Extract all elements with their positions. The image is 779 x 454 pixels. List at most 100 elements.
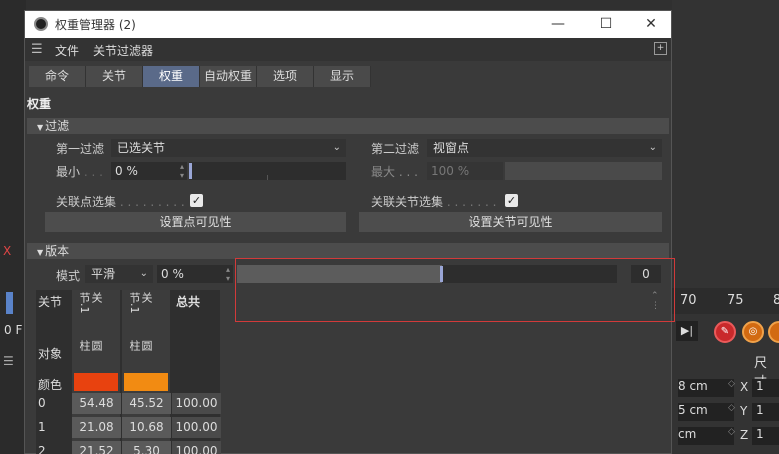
min-input[interactable]: 0 % ▴ ▾ bbox=[111, 162, 187, 180]
axis-label: Y bbox=[740, 404, 748, 418]
close-button[interactable]: ✕ bbox=[631, 13, 671, 35]
stepper-icon[interactable]: ◇ bbox=[728, 427, 735, 437]
total-cell: 100.00 bbox=[172, 441, 221, 454]
coord-row: cm ◇ Z 1 bbox=[672, 425, 779, 447]
first-filter-value: 已选关节 bbox=[117, 141, 166, 155]
menu-file[interactable]: 文件 bbox=[55, 42, 79, 59]
coord-row: 5 cm ◇ Y 1 bbox=[672, 401, 779, 423]
frame-marker[interactable] bbox=[6, 292, 13, 314]
record-key-icon[interactable]: ✎ bbox=[714, 321, 736, 343]
column-header-total: 总共 bbox=[176, 295, 201, 309]
auto-key-icon[interactable]: ◎ bbox=[742, 321, 764, 343]
timeline-ruler[interactable]: 70 75 8 bbox=[672, 288, 779, 314]
hamburger-icon[interactable]: ☰ bbox=[31, 42, 43, 57]
assoc-joint-label: 关联关节选集 . . . . . . . bbox=[371, 195, 497, 209]
menu-icon[interactable]: ☰ bbox=[3, 354, 14, 368]
axis-label: X bbox=[740, 380, 749, 394]
slider-thumb[interactable] bbox=[189, 163, 192, 179]
title-bar[interactable]: 权重管理器 (2) — ☐ ✕ bbox=[25, 11, 671, 38]
joint1-color-swatch[interactable] bbox=[74, 373, 118, 391]
min-slider[interactable] bbox=[189, 162, 346, 180]
tab-weights[interactable]: 权重 bbox=[143, 66, 200, 87]
set-joint-visibility-button[interactable]: 设置关节可见性 bbox=[359, 212, 662, 232]
filter-header-label: 过滤 bbox=[45, 119, 70, 133]
axis-x-label: X bbox=[3, 244, 12, 258]
max-slider[interactable] bbox=[505, 162, 662, 180]
max-label: 最大 . . . bbox=[371, 165, 418, 179]
slider-thumb[interactable] bbox=[440, 266, 444, 282]
max-value: 100 % bbox=[431, 164, 470, 178]
scroll-indicator-icon[interactable]: ⌃ ⋮ bbox=[651, 291, 660, 311]
mode-value: 平滑 bbox=[91, 267, 116, 281]
collapse-triangle-icon: ▼ bbox=[37, 123, 44, 132]
assoc-point-label-text: 关联点选集 bbox=[56, 195, 117, 209]
scale-value[interactable]: 1 bbox=[752, 403, 779, 421]
assoc-point-checkbox[interactable]: ✓ bbox=[190, 194, 203, 207]
scale-value[interactable]: 1 bbox=[752, 427, 779, 445]
min-label-text: 最小 bbox=[56, 165, 81, 179]
first-filter-dropdown[interactable]: 已选关节 ⌄ bbox=[111, 139, 346, 157]
assoc-joint-checkbox[interactable]: ✓ bbox=[505, 194, 518, 207]
total-cell: 100.00 bbox=[172, 393, 221, 414]
counter-value[interactable]: 0 bbox=[631, 265, 661, 283]
strength-input[interactable]: 0 % ▴ ▾ bbox=[157, 265, 233, 283]
stepper-icon[interactable]: ▴ ▾ bbox=[180, 162, 184, 180]
weight-cell[interactable]: 54.48 bbox=[72, 393, 121, 414]
menu-bar: ☰ 文件 关节过滤器 + bbox=[25, 38, 671, 61]
table-corner-label: 关节 bbox=[38, 295, 63, 309]
object-name: 圆柱 bbox=[128, 340, 153, 351]
coord-value[interactable]: 8 cm bbox=[678, 379, 734, 397]
weight-cell[interactable]: 21.52 bbox=[72, 441, 121, 454]
color-row-label: 颜色 bbox=[38, 378, 63, 392]
strength-value: 0 % bbox=[161, 267, 184, 281]
filter-group-header[interactable]: ▼ 过滤 bbox=[27, 118, 669, 134]
max-input[interactable]: 100 % bbox=[427, 162, 503, 180]
version-header-label: 版本 bbox=[45, 244, 70, 258]
coord-value[interactable]: 5 cm bbox=[678, 403, 734, 421]
axis-label: Z bbox=[740, 428, 749, 442]
chevron-down-icon: ⌄ bbox=[648, 142, 657, 153]
joint2-color-swatch[interactable] bbox=[124, 373, 168, 391]
menu-joint-filter[interactable]: 关节过滤器 bbox=[93, 42, 153, 59]
stepper-icon[interactable]: ◇ bbox=[728, 403, 735, 413]
assoc-joint-label-text: 关联关节选集 bbox=[371, 195, 444, 209]
coord-value[interactable]: cm bbox=[678, 427, 734, 445]
row-index: 2 bbox=[38, 444, 46, 454]
ruler-mark: 8 bbox=[773, 293, 779, 308]
tab-commands[interactable]: 命令 bbox=[29, 66, 86, 87]
tab-bar: 命令 关节 权重 自动权重 选项 显示 bbox=[29, 66, 371, 87]
first-filter-label: 第一过滤 bbox=[56, 142, 105, 156]
minimize-button[interactable]: — bbox=[538, 13, 578, 35]
chevron-down-icon: ⌄ bbox=[332, 142, 341, 153]
left-strip bbox=[0, 0, 26, 454]
tab-auto-weights[interactable]: 自动权重 bbox=[200, 66, 257, 87]
tab-options[interactable]: 选项 bbox=[257, 66, 314, 87]
maximize-button[interactable]: ☐ bbox=[586, 13, 626, 35]
weight-cell[interactable]: 45.52 bbox=[122, 393, 171, 414]
expand-panel-icon[interactable]: + bbox=[654, 42, 667, 55]
current-frame-label: 0 F bbox=[4, 323, 23, 337]
column-header-joint2[interactable]: 关节.1 bbox=[128, 292, 153, 314]
second-filter-label: 第二过滤 bbox=[371, 142, 420, 156]
weight-cell[interactable]: 10.68 bbox=[122, 417, 171, 438]
weight-cell[interactable]: 5.30 bbox=[122, 441, 171, 454]
weight-cell[interactable]: 21.08 bbox=[72, 417, 121, 438]
mode-dropdown[interactable]: 平滑 ⌄ bbox=[85, 265, 153, 283]
strength-slider[interactable] bbox=[237, 265, 617, 283]
tab-display[interactable]: 显示 bbox=[314, 66, 371, 87]
second-filter-dropdown[interactable]: 视窗点 ⌄ bbox=[427, 139, 662, 157]
slider-fill bbox=[237, 265, 443, 283]
object-row-label: 对象 bbox=[38, 347, 63, 361]
go-to-end-button[interactable]: ▶| bbox=[676, 321, 698, 341]
weight-manager-window: 权重管理器 (2) — ☐ ✕ ☰ 文件 关节过滤器 + 命令 关节 权重 自动… bbox=[24, 10, 675, 454]
column-header-joint1[interactable]: 关节.1 bbox=[78, 292, 103, 314]
cinema4d-icon bbox=[34, 17, 48, 31]
scale-value[interactable]: 1 bbox=[752, 379, 779, 397]
coord-row: 8 cm ◇ X 1 bbox=[672, 377, 779, 399]
row-index: 0 bbox=[38, 396, 46, 410]
tab-joints[interactable]: 关节 bbox=[86, 66, 143, 87]
version-group-header[interactable]: ▼ 版本 bbox=[27, 243, 669, 259]
stepper-icon[interactable]: ▴ ▾ bbox=[226, 265, 230, 283]
set-point-visibility-button[interactable]: 设置点可见性 bbox=[45, 212, 346, 232]
stepper-icon[interactable]: ◇ bbox=[728, 379, 735, 389]
